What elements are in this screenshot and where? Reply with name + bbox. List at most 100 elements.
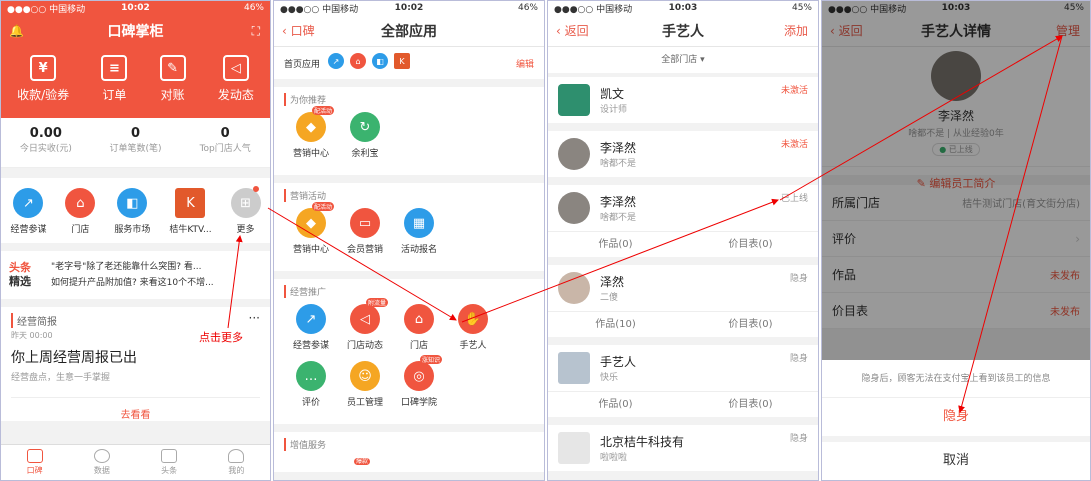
orders-label: 订单 [102,88,127,102]
panel-craftsman-list: ●●●○○ 中国移动 10:03 45% ‹ 返回 手艺人 添加 全部门店 ▾ 凯文 设计… [547,0,819,481]
view-button[interactable]: 去看看 [11,397,260,421]
add-button[interactable]: 添加 [784,22,808,39]
chart-icon: ↗ [13,188,44,218]
store-icon: ⌂ [350,53,367,69]
works-count[interactable]: 作品(10) [548,312,683,337]
section-title: 增值服务 [284,438,534,451]
tag-icon: ◆ [296,208,326,238]
headline-item[interactable]: "老字号"除了老还能靠什么突围? 看... [51,259,214,275]
app-marketing-center[interactable]: 配活动 ◆ 营销中心 [284,202,338,255]
headline-item[interactable]: 如何提升产品附加值? 来看这10个不增... [51,275,214,291]
app-reviews[interactable]: … 评价 [284,361,338,408]
craftsman-row: 北京桔牛科技有 啦啦啦 隐身 [548,425,818,471]
page-title: 口碑掌柜 [107,24,164,40]
app-store[interactable]: ⌂ 门店 [392,304,446,351]
tab-data[interactable]: 数据 [93,445,110,480]
person-icon: ☺ [350,361,380,391]
app-event-signup[interactable]: ▦ 活动报名 [392,208,446,255]
tab-mine[interactable]: 我的 [228,445,245,480]
post-button[interactable]: ◁ 发动态 [218,55,254,103]
bag-icon: ◧ [117,188,148,218]
app-label: 门店 [71,225,90,235]
orders-button[interactable]: ≡ 订单 [101,55,128,103]
app-koubei-academy[interactable]: 涨知识 ◎ 口碑学院 [392,355,446,408]
headline-feed[interactable]: 头条 精选 "老字号"除了老还能靠什么突围? 看... 如何提升产品附加值? 来看这… [1,251,270,299]
craftsman-title: 设计师 [600,105,628,115]
section-recommended: 为你推荐 配活动 ◆ 营销中心 ↻ 余利宝 [274,87,544,175]
craftsman-card[interactable]: 北京桔牛科技有 啦啦啦 隐身 [548,425,818,471]
app-shortcuts: ↗ 经营参谋 ⌂ 门店 ◧ 服务市场 K 桔牛KTV... ⊞ 更多 [1,178,270,243]
craftsman-card[interactable]: 凯文设计师 未激活 [548,77,818,123]
status-badge: 隐身 [789,434,808,444]
tab-headlines[interactable]: 头条 [161,445,178,480]
avatar [558,84,590,116]
status-badge: 未激活 [780,140,808,150]
bell-icon[interactable]: 🔔 [9,24,24,38]
stat-value: 0 [220,126,230,141]
price-list-count[interactable]: 价目表(0) [683,312,818,337]
craftsman-card[interactable]: 泽然 二傻 隐身 作品(10) 价目表(0) [548,265,818,337]
app-label: 服务市场 [114,225,151,235]
pie-icon [93,449,110,463]
tab-koubei[interactable]: 口碑 [26,445,43,480]
section-title: 为你推荐 [284,93,534,106]
app-store-posts[interactable]: 附流量 ◁ 门店动态 [338,298,392,351]
price-list-count[interactable]: 价目表(0) [683,392,818,417]
home-apps-label: 首页应用 [284,59,321,70]
status-badge: 隐身 [789,274,808,284]
collect-button[interactable]: ¥ 收款/验券 [17,55,69,103]
app-member-marketing[interactable]: ▭ 会员营销 [338,208,392,255]
status-badge: 隐身 [789,354,808,364]
craftsman-card[interactable]: 李泽然 啥都不是 未激活 [548,131,818,177]
stat-value: 0.00 [29,126,62,141]
app-business-advisor[interactable]: ↗ 经营参谋 [10,188,46,235]
more-dots-icon[interactable]: ··· [249,311,260,325]
back-button[interactable]: ‹ 返回 [556,22,589,39]
status-badge: 已上线 [780,194,808,204]
stat-popularity[interactable]: 0 Top门店人气 [180,118,270,167]
works-count[interactable]: 作品(0) [548,232,683,257]
app-business-advisor[interactable]: ↗ 经营参谋 [284,304,338,351]
stat-orders[interactable]: 0 订单笔数(笔) [91,118,181,167]
tab-label: 数据 [93,466,110,475]
craftsman-name: 凯文 [600,87,625,101]
hide-button[interactable]: 隐身 [822,398,1090,436]
app-label: 更多 [236,225,255,235]
tag-line2: 精选 [9,275,31,288]
reconcile-button[interactable]: ✎ 对账 [159,55,186,103]
stat-value: 0 [130,126,141,141]
app-ktv[interactable]: K 桔牛KTV... [169,188,212,235]
back-button[interactable]: ‹ 口碑 [282,22,315,39]
back-label: 返回 [564,24,589,38]
works-count[interactable]: 作品(0) [548,392,683,417]
craftsman-card[interactable]: 李泽然 啥都不是 已上线 作品(0) 价目表(0) [548,185,818,257]
status-badge: 未激活 [780,86,808,96]
app-staff-management[interactable]: ☺ 员工管理 [338,361,392,408]
edit-button[interactable]: 编辑 [516,57,534,70]
app-craftsman[interactable]: ✋ 手艺人 [446,304,500,351]
craftsman-row: 凯文设计师 未激活 [548,77,818,123]
craftsman-row: 李泽然 啥都不是 已上线 [548,185,818,231]
cancel-button[interactable]: 取消 [822,442,1090,480]
app-store[interactable]: ⌂ 门店 [65,188,96,235]
craftsman-row: 手艺人 快乐 隐身 [548,345,818,391]
megaphone-icon: ◁ [222,55,249,81]
price-list-count[interactable]: 价目表(0) [683,232,818,257]
store-filter[interactable]: 全部门店 ▾ [548,47,818,73]
nav-bar: ‹ 口碑 全部应用 [274,15,544,47]
app-more[interactable]: ⊞ 更多 [230,186,261,235]
app-marketing-center[interactable]: 配活动 ◆ 营销中心 [284,106,338,159]
store-icon: ⌂ [65,188,96,218]
craftsman-title: 啦啦啦 [600,453,628,463]
app-label: 经营参谋 [10,225,47,235]
caret-down-icon: ▾ [700,55,705,65]
app-service-market[interactable]: ◧ 服务市场 [114,188,150,235]
app-yulibao[interactable]: ↻ 余利宝 [338,112,392,159]
tab-bar: 口碑 数据 头条 我的 [1,444,270,480]
stat-income[interactable]: 0.00 今日实收(元) [1,118,91,167]
megaphone-icon: ◁ [350,304,380,334]
craftsman-card[interactable]: 手艺人 快乐 隐身 作品(0) 价目表(0) [548,345,818,417]
modal-overlay[interactable] [822,1,1090,365]
page-title: 全部应用 [381,23,437,40]
scan-icon[interactable]: ⛶ [252,24,260,39]
